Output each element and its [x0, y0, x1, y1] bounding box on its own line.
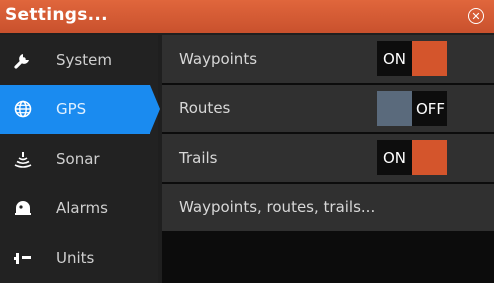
row-label: Routes — [179, 99, 231, 118]
settings-sidebar: System GPS Sonar Alarms Units — [0, 35, 160, 283]
sidebar-item-label: Units — [56, 248, 95, 267]
sidebar-item-label: Sonar — [56, 149, 100, 168]
dialog-title: Settings... — [5, 5, 108, 25]
globe-icon — [12, 98, 34, 120]
sonar-icon — [12, 148, 34, 170]
waypoints-toggle[interactable]: ON — [377, 41, 447, 76]
trails-row[interactable]: Trails ON — [162, 134, 494, 182]
units-icon — [12, 247, 34, 269]
row-label: Waypoints — [179, 49, 258, 68]
close-icon[interactable]: ✕ — [468, 8, 484, 24]
sidebar-item-alarms[interactable]: Alarms — [0, 184, 158, 234]
toggle-state: OFF — [416, 99, 446, 118]
row-label: Trails — [179, 148, 218, 167]
routes-toggle[interactable]: OFF — [377, 90, 447, 126]
sidebar-item-label: Alarms — [56, 199, 108, 218]
row-label: Waypoints, routes, trails... — [179, 198, 376, 217]
title-bar: Settings... ✕ — [0, 0, 494, 33]
toggle-state: ON — [383, 50, 407, 68]
gps-settings-panel: Waypoints ON Routes OFF Trails ON Waypoi… — [162, 35, 494, 283]
sidebar-item-label: System — [56, 50, 112, 69]
wrench-icon — [12, 49, 34, 71]
sidebar-item-label: GPS — [56, 100, 87, 119]
toggle-state: ON — [383, 149, 407, 167]
sidebar-item-units[interactable]: Units — [0, 233, 158, 283]
settings-dialog: Settings... ✕ System GPS Sonar Alarms Un… — [0, 0, 494, 283]
waypoints-row[interactable]: Waypoints ON — [162, 35, 494, 83]
routes-row[interactable]: Routes OFF — [162, 84, 494, 132]
sidebar-item-sonar[interactable]: Sonar — [0, 134, 158, 184]
trails-toggle[interactable]: ON — [377, 140, 447, 175]
sidebar-item-gps[interactable]: GPS — [0, 84, 160, 134]
waypoints-routes-trails-button[interactable]: Waypoints, routes, trails... — [162, 183, 494, 231]
sidebar-item-system[interactable]: System — [0, 35, 158, 85]
alarm-icon — [12, 197, 34, 219]
